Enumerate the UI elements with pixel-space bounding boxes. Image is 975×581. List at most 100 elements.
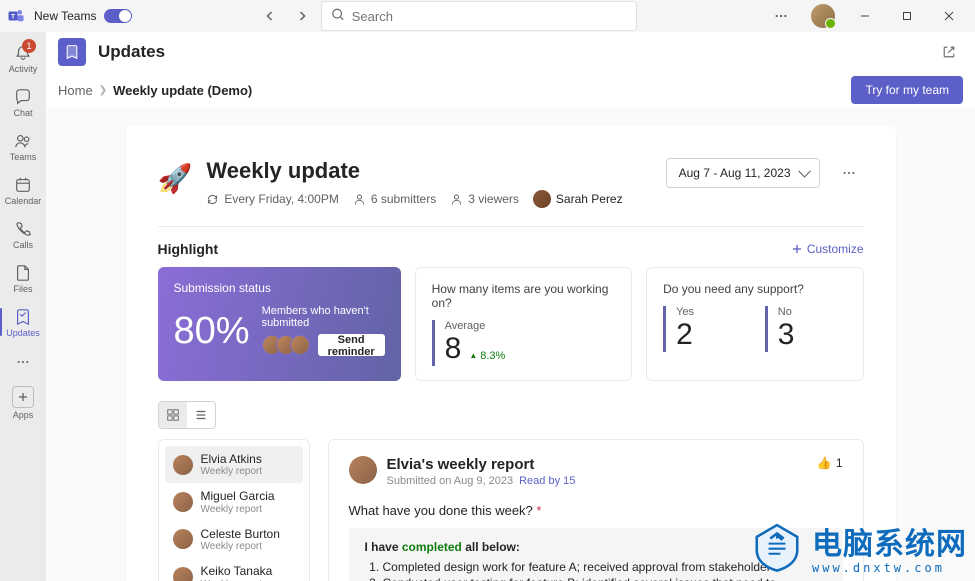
submitters-meta: 6 submitters xyxy=(353,192,436,206)
submission-subtitle: Members who haven't submitted xyxy=(262,305,385,329)
updates-app-icon xyxy=(58,38,86,66)
avg-label: Average xyxy=(445,320,615,332)
close-icon[interactable] xyxy=(929,0,969,32)
popout-icon[interactable] xyxy=(935,38,963,66)
list-avatar xyxy=(173,492,193,512)
view-toggle xyxy=(158,401,216,429)
updates-icon xyxy=(13,307,33,327)
content-card: 🚀 Weekly update Every Friday, 4:00PM 6 s… xyxy=(126,126,896,581)
no-value: 3 xyxy=(778,318,847,352)
avg-value: 8 xyxy=(445,332,462,366)
submission-percent: 80% xyxy=(174,312,250,350)
app-body: Updates Home ❯ Weekly update (Demo) Try … xyxy=(46,32,975,581)
eye-icon xyxy=(450,193,463,206)
yes-value: 2 xyxy=(676,318,745,352)
question-1: What have you done this week? * xyxy=(349,503,843,518)
rail-label: Teams xyxy=(10,152,37,162)
read-by-link[interactable]: Read by 15 xyxy=(519,475,575,487)
minimize-icon[interactable] xyxy=(845,0,885,32)
rail-updates[interactable]: Updates xyxy=(0,300,46,344)
page-more-icon[interactable] xyxy=(834,158,864,188)
list-avatar xyxy=(173,529,193,549)
report-detail: Elvia's weekly report Submitted on Aug 9… xyxy=(328,439,864,581)
avg-question: How many items are you working on? xyxy=(432,282,615,310)
title-bar-center xyxy=(140,1,753,31)
nav-back-icon[interactable] xyxy=(257,3,283,29)
search-input[interactable] xyxy=(321,1,637,31)
customize-link[interactable]: Customize xyxy=(791,242,864,256)
file-icon xyxy=(13,263,33,283)
app-name: New Teams xyxy=(34,9,96,23)
reports-section: Elvia AtkinsWeekly reportMiguel GarciaWe… xyxy=(158,439,864,581)
rail-activity[interactable]: 1 Activity xyxy=(0,36,46,80)
list-sub: Weekly report xyxy=(201,541,280,552)
try-for-team-button[interactable]: Try for my team xyxy=(851,76,963,104)
date-range-select[interactable]: Aug 7 - Aug 11, 2023 xyxy=(666,158,820,188)
rail-label: Chat xyxy=(13,108,32,118)
rail-label: Activity xyxy=(9,64,38,74)
highlight-title: Highlight xyxy=(158,241,219,257)
people-icon xyxy=(13,131,33,151)
list-name: Elvia Atkins xyxy=(201,452,263,466)
send-reminder-button[interactable]: Send reminder xyxy=(318,334,385,356)
content-canvas: 🚀 Weekly update Every Friday, 4:00PM 6 s… xyxy=(46,108,975,581)
report-list: Elvia AtkinsWeekly reportMiguel GarciaWe… xyxy=(158,439,310,581)
report-list-item[interactable]: Celeste BurtonWeekly report xyxy=(165,521,303,558)
avg-delta: 8.3% xyxy=(469,350,505,362)
profile-avatar[interactable] xyxy=(803,0,843,32)
submission-tile[interactable]: Submission status 80% Members who haven'… xyxy=(158,267,401,381)
activity-badge: 1 xyxy=(22,39,36,53)
list-avatar xyxy=(173,455,193,475)
new-teams-toggle[interactable] xyxy=(104,9,132,23)
breadcrumb-row: Home ❯ Weekly update (Demo) Try for my t… xyxy=(46,72,975,108)
search-icon xyxy=(331,8,345,25)
breadcrumb-home[interactable]: Home xyxy=(58,83,93,98)
breadcrumb-left: Home ❯ Weekly update (Demo) xyxy=(58,83,252,98)
maximize-icon[interactable] xyxy=(887,0,927,32)
thumbs-up-icon: 👍 xyxy=(817,456,832,470)
support-tile[interactable]: Do you need any support? Yes2 No3 xyxy=(646,267,863,381)
person-icon xyxy=(353,193,366,206)
report-list-item[interactable]: Elvia AtkinsWeekly report xyxy=(165,446,303,483)
schedule-meta: Every Friday, 4:00PM xyxy=(206,192,338,206)
rail-calls[interactable]: Calls xyxy=(0,212,46,256)
report-meta: Submitted on Aug 9, 2023Read by 15 xyxy=(387,475,576,487)
phone-icon xyxy=(13,219,33,239)
list-sub: Weekly report xyxy=(201,466,263,477)
rail-teams[interactable]: Teams xyxy=(0,124,46,168)
app-title: Updates xyxy=(98,42,923,62)
no-label: No xyxy=(778,306,847,318)
rail-label: Calendar xyxy=(5,196,42,206)
rail-label: Files xyxy=(13,284,32,294)
app-rail: 1 Activity Chat Teams Calendar Calls Fil… xyxy=(0,32,46,581)
submission-title: Submission status xyxy=(174,281,385,295)
teams-logo-icon: T xyxy=(6,6,26,26)
list-name: Keiko Tanaka xyxy=(201,564,273,578)
more-icon[interactable] xyxy=(761,0,801,32)
page-meta: Every Friday, 4:00PM 6 submitters 3 view… xyxy=(206,190,651,208)
plus-icon xyxy=(791,243,803,255)
grid-view-icon[interactable] xyxy=(159,402,187,428)
viewers-meta: 3 viewers xyxy=(450,192,519,206)
rail-files[interactable]: Files xyxy=(0,256,46,300)
rail-chat[interactable]: Chat xyxy=(0,80,46,124)
list-name: Celeste Burton xyxy=(201,527,280,541)
average-tile[interactable]: How many items are you working on? Avera… xyxy=(415,267,632,381)
list-view-icon[interactable] xyxy=(187,402,215,428)
app-header: Updates xyxy=(46,32,975,72)
report-list-item[interactable]: Keiko TanakaWeekly report xyxy=(165,558,303,581)
rail-apps[interactable] xyxy=(12,386,34,408)
title-bar-right xyxy=(761,0,969,32)
highlight-tiles: Submission status 80% Members who haven'… xyxy=(158,267,864,381)
answer-1: I have completed all below: Completed de… xyxy=(349,528,843,581)
rail-calendar[interactable]: Calendar xyxy=(0,168,46,212)
rail-more-icon[interactable] xyxy=(0,344,46,380)
report-avatar xyxy=(349,456,377,484)
reaction[interactable]: 👍1 xyxy=(817,456,843,470)
report-title: Elvia's weekly report xyxy=(387,456,576,473)
rail-apps-label: Apps xyxy=(13,410,34,420)
page-title: Weekly update xyxy=(206,158,651,184)
owner-avatar xyxy=(533,190,551,208)
nav-forward-icon[interactable] xyxy=(289,3,315,29)
report-list-item[interactable]: Miguel GarciaWeekly report xyxy=(165,483,303,520)
